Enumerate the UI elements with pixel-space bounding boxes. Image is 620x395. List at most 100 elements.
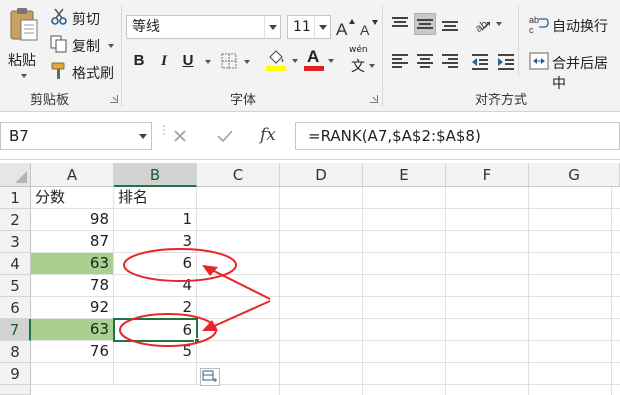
- chevron-down-icon[interactable]: [264, 16, 280, 38]
- borders-button[interactable]: [220, 50, 256, 72]
- alignment-group-label: 对齐方式: [475, 93, 528, 108]
- orientation-button[interactable]: ab: [470, 13, 506, 35]
- row-header[interactable]: 3: [0, 231, 31, 253]
- insert-function-icon[interactable]: fx: [260, 125, 276, 145]
- copy-button[interactable]: 复制: [50, 34, 130, 56]
- cell-b4[interactable]: 6: [114, 253, 197, 275]
- formula-bar: B7 ⋮ fx =RANK(A7,$A$2:$A$8): [0, 112, 620, 160]
- bottom-align-button[interactable]: [439, 13, 461, 35]
- row-header[interactable]: 9: [0, 363, 31, 385]
- chevron-down-icon[interactable]: [139, 134, 147, 139]
- cell-a4[interactable]: 63: [31, 253, 114, 275]
- phonetic-dropdown-icon[interactable]: [369, 64, 375, 68]
- middle-align-icon: [417, 19, 433, 29]
- column-header-g[interactable]: G: [529, 163, 620, 187]
- worksheet-grid: A B C D E F G 1 分数 排名 2 98 1 3 87 3 4 63…: [0, 163, 620, 395]
- increase-indent-button[interactable]: [496, 52, 516, 72]
- cell-a1[interactable]: 分数: [31, 187, 114, 209]
- row-header[interactable]: 8: [0, 341, 31, 363]
- row-header[interactable]: 1: [0, 187, 31, 209]
- wrap-text-button[interactable]: ab c 自动换行: [524, 13, 620, 37]
- cell-a9[interactable]: [31, 363, 114, 385]
- underline-dropdown-icon[interactable]: [205, 60, 211, 64]
- underline-button[interactable]: U: [177, 50, 199, 72]
- cell-b7[interactable]: 6: [113, 318, 198, 342]
- column-header-c[interactable]: C: [197, 163, 280, 187]
- phonetic-guide-button[interactable]: wén 文: [346, 44, 376, 76]
- name-box-value: B7: [9, 127, 29, 145]
- cell-a2[interactable]: 98: [31, 209, 114, 231]
- cell-a6[interactable]: 92: [31, 297, 114, 319]
- paste-dropdown-icon[interactable]: [21, 74, 27, 78]
- cell-a7[interactable]: 63: [31, 319, 114, 341]
- name-box[interactable]: B7: [0, 122, 152, 150]
- bold-button[interactable]: B: [128, 50, 150, 72]
- scissors-icon: [51, 8, 67, 25]
- middle-align-button[interactable]: [414, 13, 436, 35]
- orientation-dropdown-icon[interactable]: [496, 22, 502, 26]
- row-header[interactable]: 6: [0, 297, 31, 319]
- align-left-icon[interactable]: [392, 54, 408, 68]
- wrap-text-label: 自动换行: [552, 19, 608, 35]
- row-header[interactable]: 5: [0, 275, 31, 297]
- decrease-indent-button[interactable]: [470, 52, 490, 72]
- enter-check-icon[interactable]: [216, 128, 234, 144]
- copy-label: 复制: [72, 39, 100, 55]
- cell-b8[interactable]: 5: [114, 341, 197, 363]
- divider: [382, 6, 383, 106]
- cell-b5[interactable]: 4: [114, 275, 197, 297]
- cell-a5[interactable]: 78: [31, 275, 114, 297]
- cell-b6[interactable]: 2: [114, 297, 197, 319]
- font-name-combo[interactable]: 等线: [126, 15, 281, 39]
- quick-analysis-button[interactable]: [200, 368, 220, 386]
- cell-a8[interactable]: 76: [31, 341, 114, 363]
- font-color-button[interactable]: A: [302, 47, 338, 74]
- cell-b9[interactable]: [114, 363, 197, 385]
- italic-button[interactable]: I: [153, 50, 175, 72]
- copy-icon: [50, 35, 67, 53]
- column-header-a[interactable]: A: [31, 163, 114, 187]
- cut-button[interactable]: 剪切: [50, 7, 120, 29]
- copy-dropdown-icon[interactable]: [108, 44, 114, 48]
- chevron-down-icon[interactable]: [314, 16, 330, 38]
- bottom-align-icon: [442, 21, 458, 31]
- clipboard-launcher-icon[interactable]: [110, 95, 118, 103]
- svg-text:A: A: [360, 22, 370, 38]
- svg-text:c: c: [529, 25, 534, 34]
- column-header-f[interactable]: F: [446, 163, 529, 187]
- decrease-font-size-button[interactable]: A: [358, 16, 380, 38]
- fill-color-swatch: [266, 66, 286, 71]
- row-header[interactable]: 4: [0, 253, 31, 275]
- borders-dropdown-icon[interactable]: [244, 60, 250, 64]
- top-align-button[interactable]: [389, 13, 411, 35]
- cell-b2[interactable]: 1: [114, 209, 197, 231]
- select-all-button[interactable]: [0, 163, 31, 187]
- font-launcher-icon[interactable]: [370, 95, 378, 103]
- row-header[interactable]: 7: [0, 319, 31, 341]
- paste-label: 粘贴: [8, 53, 36, 69]
- row-header[interactable]: [0, 385, 31, 395]
- cell-a3[interactable]: 87: [31, 231, 114, 253]
- font-name-value: 等线: [132, 19, 160, 35]
- font-size-combo[interactable]: 11: [287, 15, 331, 39]
- font-color-dropdown-icon[interactable]: [328, 59, 334, 63]
- fill-handle[interactable]: [194, 338, 200, 344]
- format-painter-button[interactable]: 格式刷: [50, 61, 130, 83]
- align-right-icon[interactable]: [442, 54, 458, 68]
- increase-font-size-button[interactable]: A: [334, 16, 356, 39]
- paste-button[interactable]: 粘贴: [4, 4, 44, 84]
- merge-center-button[interactable]: 合并后居中: [524, 50, 620, 92]
- cell-b1[interactable]: 排名: [114, 187, 197, 209]
- formula-input[interactable]: =RANK(A7,$A$2:$A$8): [295, 122, 620, 150]
- fill-color-button[interactable]: [264, 48, 304, 74]
- column-header-d[interactable]: D: [280, 163, 363, 187]
- cancel-icon[interactable]: [172, 128, 188, 144]
- column-header-b[interactable]: B: [114, 163, 197, 187]
- ribbon: 粘贴 剪切 复制 格式刷 剪贴板 等线 11 A A B I U A wén 文…: [0, 0, 620, 112]
- row-header[interactable]: 2: [0, 209, 31, 231]
- column-header-e[interactable]: E: [363, 163, 446, 187]
- cut-label: 剪切: [72, 12, 100, 28]
- cell-b3[interactable]: 3: [114, 231, 197, 253]
- align-center-icon[interactable]: [417, 54, 433, 68]
- fill-color-dropdown-icon[interactable]: [292, 59, 298, 63]
